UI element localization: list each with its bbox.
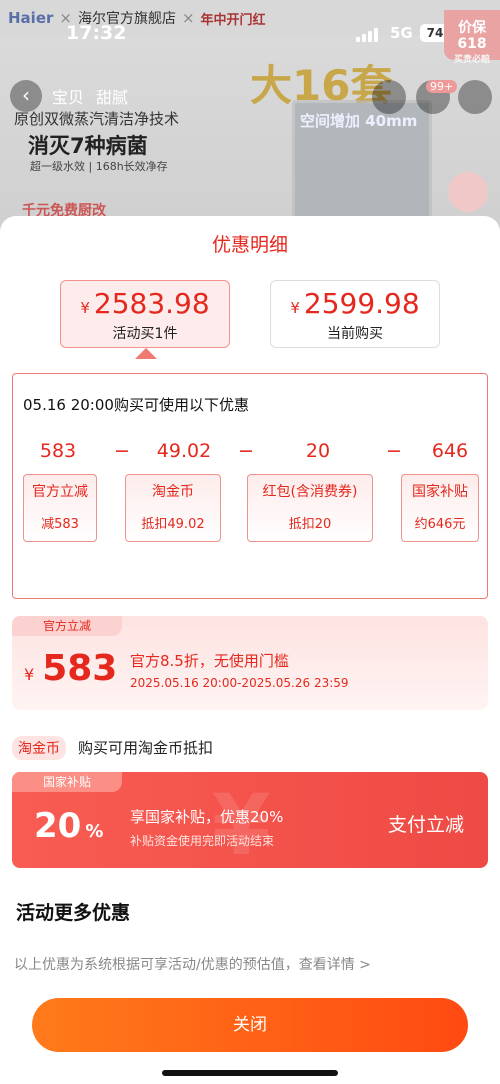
discount-breakdown-box: 05.16 20:00购买可使用以下优惠 583 − 49.02 − 20 − …: [12, 373, 488, 599]
estimate-hint-link[interactable]: 以上优惠为系统根据可享活动/优惠的预估值，查看详情 >: [14, 954, 371, 974]
chip-sub: 约646元: [414, 517, 466, 532]
chart-icon[interactable]: [448, 172, 488, 212]
current-price-card[interactable]: ¥2599.98 当前购买: [270, 280, 440, 348]
minus-sign: −: [238, 440, 254, 462]
chip-red-packet[interactable]: 红包(含消费券) 抵扣20: [247, 474, 373, 542]
taojinbi-tag: 淘金币: [12, 736, 66, 760]
chip-national-subsidy[interactable]: 国家补贴 约646元: [401, 474, 479, 542]
share-button[interactable]: [372, 80, 406, 114]
chip-taojinbi[interactable]: 淘金币 抵扣49.02: [125, 474, 221, 542]
current-price: ¥2599.98: [271, 287, 439, 320]
current-price-label: 当前购买: [327, 326, 383, 342]
taojinbi-row: 淘金币 购买可用淘金币抵扣: [12, 736, 213, 760]
active-price-amount: 2583.98: [93, 287, 210, 320]
national-subsidy-card[interactable]: ¥ 国家补贴 20% 享国家补贴，优惠20% 补贴资金使用完即活动结束 支付立减: [12, 772, 488, 868]
home-indicator[interactable]: [162, 1070, 338, 1076]
promo-line-3: 超一级水效 | 168h长效净存: [30, 160, 168, 173]
chip-sub: 抵扣20: [288, 517, 332, 532]
official-discount-desc: 官方8.5折，无使用门槛: [130, 652, 289, 670]
official-discount-card: 官方立减 ¥583 官方8.5折，无使用门槛 2025.05.16 20:00-…: [12, 616, 488, 710]
breakdown-chips: 官方立减 减583 淘金币 抵扣49.02 红包(含消费券) 抵扣20 国家补贴…: [23, 474, 479, 544]
currency-symbol: ¥: [290, 299, 300, 317]
cart-badge: 99+: [426, 80, 458, 93]
chip-title: 红包(含消费券): [262, 484, 358, 500]
more-offers-title: 活动更多优惠: [16, 902, 131, 924]
signal-icon: [356, 28, 382, 42]
campaign-tag: 年中开门红: [200, 12, 266, 28]
subsidy-desc: 享国家补贴，优惠20%: [130, 808, 284, 826]
active-price-label: 活动买1件: [112, 326, 178, 342]
discount-detail-sheet: 优惠明细 ¥2583.98 活动买1件 ¥2599.98 当前购买 05.16 …: [0, 216, 500, 1084]
subsidy-percent: 20%: [34, 806, 103, 846]
tab-item[interactable]: 甜腻: [96, 84, 128, 108]
page-tabs: 宝贝 甜腻: [52, 84, 128, 108]
guarantee-note: 买贵必赔: [453, 55, 490, 65]
taojinbi-text: 购买可用淘金币抵扣: [78, 739, 214, 757]
separator-icon: ×: [181, 9, 195, 27]
pointer-arrow-icon: [135, 348, 157, 359]
official-discount-period: 2025.05.16 20:00-2025.05.26 23:59: [130, 676, 349, 690]
product-page-background: Haier × 海尔官方旗舰店 × 年中开门红 17:32 5G 74 价保61…: [0, 0, 500, 240]
currency-symbol: ¥: [80, 299, 90, 317]
more-button[interactable]: [458, 80, 492, 114]
subsidy-cta[interactable]: 支付立减: [388, 810, 464, 837]
minus-sign: −: [114, 440, 130, 462]
chip-title: 国家补贴: [412, 484, 468, 500]
breakdown-number: 49.02: [156, 440, 212, 462]
guarantee-sub: 618: [457, 36, 487, 52]
network-label: 5G: [390, 24, 413, 42]
breakdown-number: 646: [431, 440, 469, 462]
status-time: 17:32: [66, 22, 127, 44]
official-amount-value: 583: [42, 648, 118, 689]
chip-sub: 抵扣49.02: [141, 517, 205, 532]
official-discount-tag: 官方立减: [12, 616, 122, 636]
promo-space-text: 空间增加 40mm: [300, 112, 418, 130]
promo-line-2: 消灭7种病菌: [28, 134, 148, 158]
guarantee-title: 价保: [458, 20, 486, 36]
price-guarantee-badge[interactable]: 价保618 买贵必赔: [444, 10, 500, 65]
official-discount-amount: ¥583: [24, 648, 117, 689]
chip-title: 淘金币: [152, 484, 194, 500]
tab-item[interactable]: 宝贝: [52, 84, 84, 108]
active-price: ¥2583.98: [61, 287, 229, 320]
breakdown-header: 05.16 20:00购买可使用以下优惠: [23, 396, 249, 414]
percent-sign: %: [85, 821, 104, 842]
chip-sub: 减583: [41, 517, 79, 532]
close-button[interactable]: 关闭: [32, 998, 468, 1052]
breakdown-number: 583: [39, 440, 77, 462]
chip-title: 官方立减: [32, 484, 88, 500]
promo-line-1: 原创双微蒸汽清洁净技术: [14, 110, 180, 128]
subsidy-percent-value: 20: [34, 806, 82, 846]
active-price-card[interactable]: ¥2583.98 活动买1件: [60, 280, 230, 348]
breakdown-number: 20: [305, 440, 331, 462]
sheet-title: 优惠明细: [211, 234, 288, 256]
currency-symbol: ¥: [24, 665, 35, 684]
current-price-amount: 2599.98: [303, 287, 420, 320]
breakdown-numbers: 583 − 49.02 − 20 − 646: [23, 440, 479, 464]
brand-logo: Haier: [8, 9, 54, 27]
minus-sign: −: [386, 440, 402, 462]
subsidy-note: 补贴资金使用完即活动结束: [130, 834, 275, 848]
subsidy-tag: 国家补贴: [12, 772, 122, 792]
chip-official-discount[interactable]: 官方立减 减583: [23, 474, 97, 542]
